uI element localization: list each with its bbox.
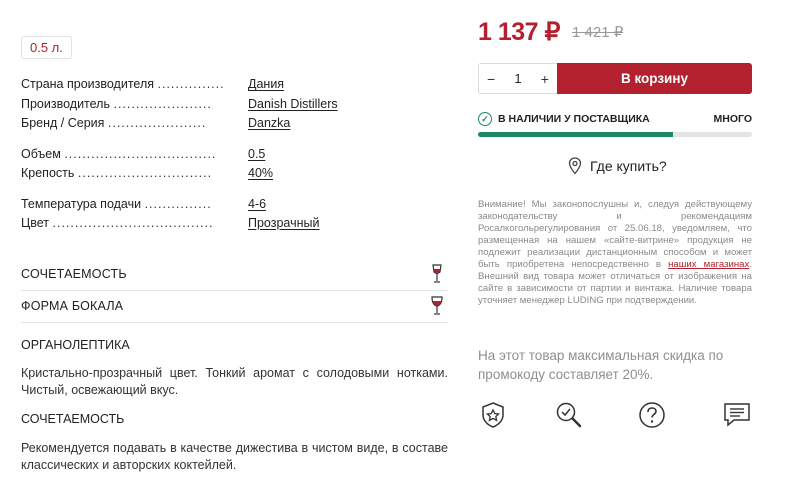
accordion-glass-shape-title: ФОРМА БОКАЛА [21, 299, 124, 313]
spec-value-link[interactable]: Дания [248, 76, 284, 92]
stock-status-text: В НАЛИЧИИ У ПОСТАВЩИКА [498, 113, 650, 125]
spec-row-country: Страна производителя ............... Дан… [21, 76, 451, 96]
organoleptic-title: ОРГАНОЛЕПТИКА [21, 338, 130, 352]
spec-label: Страна производителя [21, 77, 155, 91]
accordion-pairing[interactable]: СОЧЕТАЕМОСТЬ [21, 258, 448, 291]
spec-value-link[interactable]: 40% [248, 165, 273, 181]
add-to-cart-button[interactable]: В корзину [557, 63, 752, 94]
quantity-value[interactable]: 1 [514, 71, 521, 86]
location-pin-icon [568, 157, 582, 175]
accordion-pairing-title: СОЧЕТАЕМОСТЬ [21, 267, 127, 281]
spec-dots: ............... [157, 77, 225, 91]
pairing-text: Рекомендуется подавать в качестве дижест… [21, 441, 448, 472]
specs-list: Страна производителя ............... Дан… [21, 76, 451, 235]
quantity-increase-button[interactable]: + [541, 71, 549, 87]
old-price: 1 421 ₽ [572, 24, 624, 41]
magnifier-check-icon[interactable] [554, 400, 584, 430]
our-stores-link[interactable]: наших магазинах [668, 259, 749, 270]
spec-row-temperature: Температура подачи ............... 4-6 [21, 196, 451, 216]
spec-row-producer: Производитель ...................... Dan… [21, 96, 451, 116]
quantity-stepper: − 1 + [478, 63, 558, 94]
stock-bar-fill [478, 132, 673, 137]
spec-row-brand: Бренд / Серия ...................... Dan… [21, 115, 451, 135]
legal-notice: Внимание! Мы законопослушны и, следуя де… [478, 199, 752, 307]
stock-bar [478, 132, 752, 137]
current-price: 1 137 ₽ [478, 18, 560, 46]
spec-dots: .............................. [77, 166, 213, 180]
spec-row-color: Цвет ...................................… [21, 215, 451, 235]
spec-value-link[interactable]: 0.5 [248, 146, 265, 162]
spec-value-link[interactable]: Danzka [248, 115, 290, 131]
quantity-decrease-button[interactable]: − [487, 71, 495, 87]
pairing-title: СОЧЕТАЕМОСТЬ [21, 412, 125, 426]
star-badge-icon[interactable] [478, 400, 508, 430]
spec-gap [21, 185, 451, 196]
stock-status: ✓ В НАЛИЧИИ У ПОСТАВЩИКА МНОГО [478, 112, 752, 126]
wine-glass-icon [431, 296, 443, 315]
spec-label: Бренд / Серия [21, 116, 105, 130]
promo-text: На этот товар максимальная скидка по про… [478, 348, 724, 382]
spec-label: Объем [21, 146, 61, 161]
spec-dots: .................................. [64, 146, 217, 161]
where-to-buy-label: Где купить? [590, 158, 667, 174]
spec-label: Крепость [21, 166, 75, 180]
spec-label: Температура подачи [21, 196, 142, 211]
spec-row-strength: Крепость .............................. … [21, 165, 451, 185]
accordion-glass-shape[interactable]: ФОРМА БОКАЛА [21, 290, 448, 323]
wine-glass-icon [432, 264, 442, 283]
spec-dots: ...................... [107, 116, 207, 130]
spec-dots: ............... [144, 196, 212, 211]
spec-value-link[interactable]: 4-6 [248, 196, 266, 212]
chat-icon[interactable] [722, 400, 752, 430]
where-to-buy-link[interactable]: Где купить? [568, 157, 667, 175]
spec-value-link[interactable]: Danish Distillers [248, 96, 338, 112]
stock-level: МНОГО [713, 113, 752, 125]
spec-dots: ...................... [113, 96, 212, 111]
spec-label: Производитель [21, 96, 110, 111]
spec-row-volume: Объем ..................................… [21, 146, 451, 166]
action-icons [478, 400, 752, 430]
organoleptic-text: Кристально-прозрачный цвет. Тонкий арома… [21, 366, 448, 397]
spec-value-link[interactable]: Прозрачный [248, 215, 320, 231]
spec-label: Цвет [21, 216, 50, 230]
spec-gap [21, 135, 451, 146]
volume-badge: 0.5 л. [21, 36, 72, 59]
spec-dots: .................................... [52, 216, 214, 230]
check-circle-icon: ✓ [478, 112, 492, 126]
question-icon[interactable] [637, 400, 667, 430]
